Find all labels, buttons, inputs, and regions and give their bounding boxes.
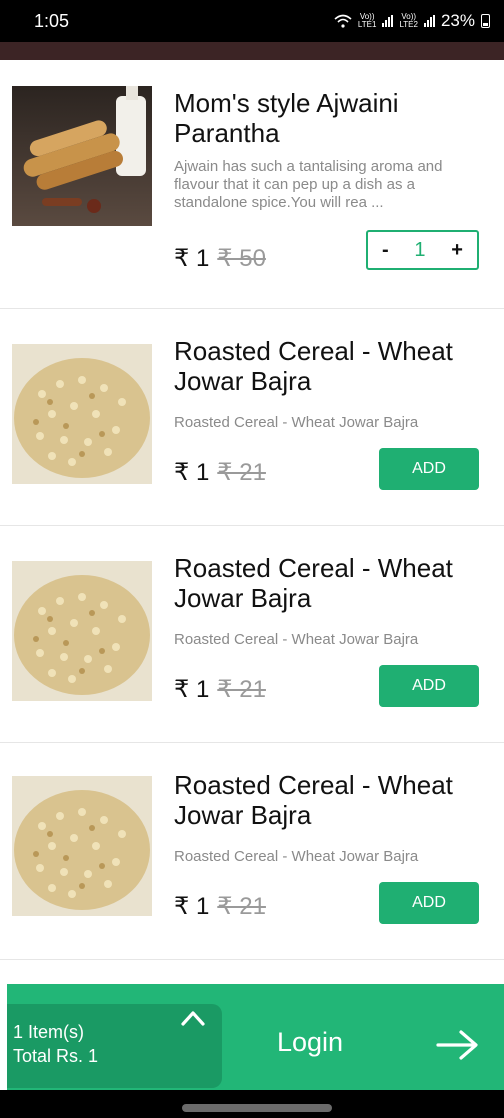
battery-icon <box>481 14 490 28</box>
quantity-stepper[interactable]: - 1 + <box>366 230 479 270</box>
original-price: ₹ 50 <box>217 245 266 272</box>
product-description: Roasted Cereal - Wheat Jowar Bajra <box>174 631 419 648</box>
battery-percent: 23% <box>440 11 475 30</box>
wifi-icon <box>334 14 352 28</box>
original-price: ₹ 21 <box>217 459 266 486</box>
product-price: ₹ 1 ₹ 21 <box>174 675 266 704</box>
chevron-up-icon[interactable] <box>180 1008 206 1028</box>
product-description: Roasted Cereal - Wheat Jowar Bajra <box>174 414 419 431</box>
signal-icon <box>382 15 394 27</box>
current-price: ₹ 1 <box>174 459 210 486</box>
product-title[interactable]: Mom's style Ajwaini Parantha <box>174 88 494 148</box>
product-price: ₹ 1 ₹ 50 <box>174 244 266 273</box>
home-gesture-handle[interactable] <box>182 1104 332 1112</box>
product-image[interactable] <box>12 86 152 226</box>
product-title[interactable]: Roasted Cereal - Wheat Jowar Bajra <box>174 553 494 613</box>
decrement-button[interactable]: - <box>382 239 389 262</box>
original-price: ₹ 21 <box>217 893 266 920</box>
product-title[interactable]: Roasted Cereal - Wheat Jowar Bajra <box>174 770 494 830</box>
add-button[interactable]: ADD <box>379 882 479 924</box>
add-button[interactable]: ADD <box>379 665 479 707</box>
sim2-label: Vo)) LTE2 <box>399 12 418 29</box>
add-button[interactable]: ADD <box>379 448 479 490</box>
increment-button[interactable]: + <box>451 239 463 262</box>
cart-bar[interactable]: 1 Item(s) Total Rs. 1 Login <box>7 984 504 1090</box>
product-description: Ajwain has such a tantalising aroma and … <box>174 158 443 211</box>
status-bar: 1:05 Vo)) LTE1 Vo)) LTE2 23% <box>0 0 504 42</box>
app-bar <box>0 42 504 60</box>
cart-total: Total Rs. 1 <box>13 1046 99 1066</box>
original-price: ₹ 21 <box>217 676 266 703</box>
list-item[interactable]: Roasted Cereal - Wheat Jowar Bajra Roast… <box>0 525 504 743</box>
current-price: ₹ 1 <box>174 893 210 920</box>
status-icons: Vo)) LTE1 Vo)) LTE2 23% <box>334 11 490 31</box>
product-image[interactable] <box>12 776 152 916</box>
arrow-right-icon[interactable] <box>435 1028 481 1062</box>
list-item[interactable]: Roasted Cereal - Wheat Jowar Bajra Roast… <box>0 308 504 526</box>
signal-icon <box>423 15 435 27</box>
product-price: ₹ 1 ₹ 21 <box>174 892 266 921</box>
cart-summary[interactable]: 1 Item(s) Total Rs. 1 <box>7 1004 222 1088</box>
current-price: ₹ 1 <box>174 676 210 703</box>
status-time: 1:05 <box>34 10 70 31</box>
login-button[interactable]: Login <box>277 1027 343 1058</box>
product-description: Roasted Cereal - Wheat Jowar Bajra <box>174 848 419 865</box>
sim1-label: Vo)) LTE1 <box>357 12 377 29</box>
product-price: ₹ 1 ₹ 21 <box>174 458 266 487</box>
current-price: ₹ 1 <box>174 245 210 272</box>
list-item[interactable]: Mom's style Ajwaini Parantha Ajwain has … <box>0 60 504 309</box>
quantity-value: 1 <box>414 238 426 261</box>
product-image[interactable] <box>12 344 152 484</box>
list-item[interactable]: Roasted Cereal - Wheat Jowar Bajra Roast… <box>0 742 504 960</box>
system-nav-bar <box>0 1090 504 1118</box>
product-title[interactable]: Roasted Cereal - Wheat Jowar Bajra <box>174 336 494 396</box>
product-image[interactable] <box>12 561 152 701</box>
